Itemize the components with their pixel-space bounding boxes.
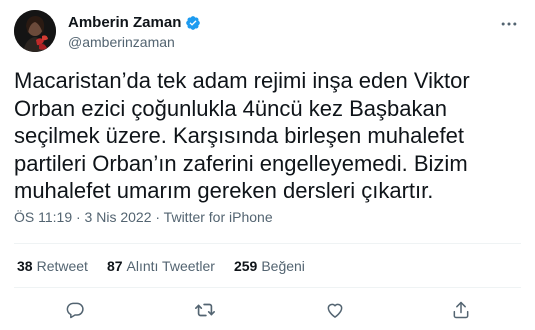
like-count-link[interactable]: 259 Beğeni	[234, 258, 305, 274]
share-icon[interactable]	[449, 298, 473, 322]
divider	[14, 243, 521, 244]
tweet-card: Amberin Zaman @amberinzaman Macaristan’d…	[0, 0, 535, 330]
retweet-count-link[interactable]: 38 Retweet	[17, 258, 88, 274]
retweet-icon[interactable]	[193, 298, 217, 322]
avatar[interactable]	[14, 10, 56, 52]
action-bar	[0, 298, 535, 322]
avatar-image	[14, 10, 56, 52]
author-name[interactable]: Amberin Zaman	[68, 14, 181, 31]
like-count: 259	[233, 258, 258, 274]
tweet-text: Macaristan’da tek adam rejimi inşa eden …	[14, 68, 470, 203]
quote-label: Alıntı Tweetler	[126, 258, 215, 274]
engagement-stats: 38 Retweet 87 Alıntı Tweetler 259 Beğeni	[17, 258, 324, 274]
author-block: Amberin Zaman @amberinzaman	[68, 13, 201, 50]
reply-icon[interactable]	[63, 298, 87, 322]
more-options-icon[interactable]	[497, 12, 521, 36]
heart-icon[interactable]	[323, 298, 347, 322]
quote-count: 87	[106, 258, 123, 274]
like-label: Beğeni	[261, 258, 305, 274]
divider	[14, 287, 521, 288]
retweet-label: Retweet	[36, 258, 88, 274]
retweet-count: 38	[17, 258, 33, 274]
author-handle[interactable]: @amberinzaman	[68, 34, 201, 50]
tweet-timestamp[interactable]: ÖS 11:19 · 3 Nis 2022 · Twitter for iPho…	[14, 209, 273, 225]
quote-count-link[interactable]: 87 Alıntı Tweetler	[107, 258, 215, 274]
verified-badge-icon	[185, 15, 201, 31]
